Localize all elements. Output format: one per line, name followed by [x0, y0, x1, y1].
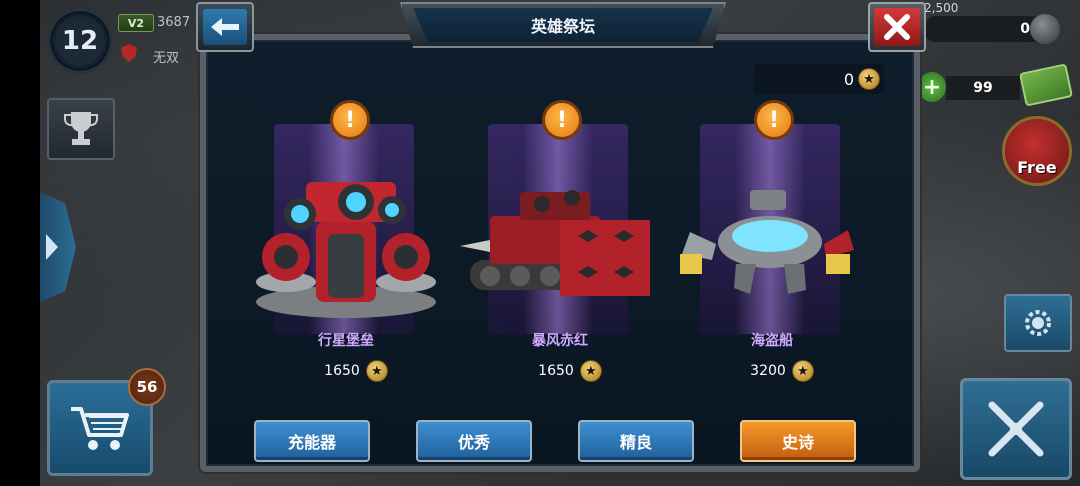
left-letterbox: [0, 0, 40, 486]
close-icon: [884, 14, 910, 40]
vip-badge: V2: [118, 14, 154, 32]
alert-icon: !: [542, 100, 582, 140]
trophy-button[interactable]: [47, 98, 115, 160]
resource-icon: [1030, 14, 1060, 44]
tier-excellent-button[interactable]: 优秀: [416, 420, 532, 462]
hero-name: 海盗船: [751, 333, 793, 349]
player-level-badge[interactable]: 12: [47, 8, 113, 74]
resource-value: 0: [1020, 21, 1030, 37]
arrow-left-icon: [211, 18, 239, 36]
star-coin-icon: ★: [791, 360, 814, 382]
hero-price-value: 1650: [538, 363, 574, 379]
gear-icon: [1025, 310, 1051, 336]
star-coin-icon: ★: [858, 68, 880, 90]
cart-icon: [71, 407, 129, 450]
hero-name: 行星堡垒: [318, 333, 374, 349]
tier-elite-button[interactable]: 精良: [578, 420, 694, 462]
storm-crimson-tank-art[interactable]: [460, 180, 660, 310]
pirate-ship-hover-art[interactable]: [676, 184, 856, 314]
hero-price-value: 3200: [750, 363, 786, 379]
trophy-icon: [63, 112, 99, 145]
hero-name: 暴风赤红: [532, 333, 588, 349]
star-balance-value: 0: [843, 69, 854, 89]
star-coin-icon: ★: [579, 360, 602, 382]
add-cash-button[interactable]: +: [918, 72, 946, 102]
hero-price[interactable]: 1650 ★: [266, 360, 446, 382]
alert-icon: !: [330, 100, 370, 140]
tier-epic-button[interactable]: 史诗: [740, 420, 856, 462]
hero-price-value: 1650: [324, 363, 360, 379]
free-label: Free: [1017, 158, 1057, 177]
settings-button[interactable]: [1004, 294, 1072, 352]
shop-notification-count: 56: [128, 368, 166, 406]
chevron-right-icon: [46, 234, 58, 260]
hero-price[interactable]: 3200 ★: [692, 360, 872, 382]
cash-value: 99: [946, 76, 1020, 100]
free-gift-button[interactable]: Free: [1002, 116, 1072, 186]
clan-name: 无双: [153, 51, 180, 66]
star-balance: 0 ★: [754, 64, 884, 94]
player-level: 12: [61, 26, 99, 56]
back-button[interactable]: [196, 2, 254, 52]
power-value: 3687: [157, 15, 191, 30]
star-coin-icon: ★: [365, 360, 388, 382]
dialog-title-plate: 英雄祭坛: [400, 2, 726, 48]
alert-icon: !: [754, 100, 794, 140]
resource-capacity: 2,500: [924, 1, 959, 15]
dialog-title: 英雄祭坛: [413, 8, 713, 42]
close-button[interactable]: [868, 2, 926, 52]
hero-price[interactable]: 1650 ★: [480, 360, 660, 382]
crossed-rifles-icon: [988, 401, 1044, 457]
battle-button[interactable]: [960, 378, 1072, 480]
planet-fortress-tank-art[interactable]: [246, 162, 446, 332]
tier-charger-button[interactable]: 充能器: [254, 420, 370, 462]
